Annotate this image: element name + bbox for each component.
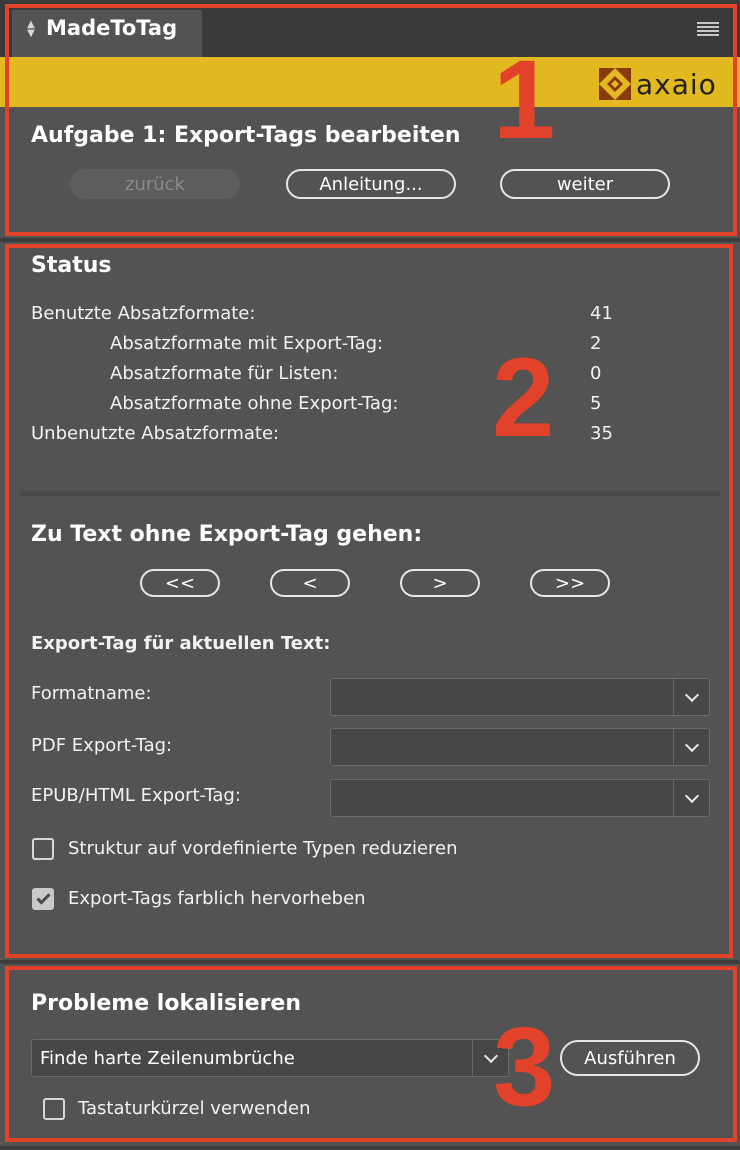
annotation-box-3	[5, 966, 737, 1142]
annotation-number-2: 2	[492, 335, 555, 460]
annotation-box-1	[5, 4, 737, 236]
annotation-number-1: 1	[493, 37, 556, 162]
section-separator	[0, 238, 740, 242]
section-separator	[0, 960, 740, 964]
panel-bottom-edge	[0, 1146, 740, 1150]
annotation-number-3: 3	[493, 1004, 556, 1129]
annotation-box-2	[5, 244, 733, 958]
